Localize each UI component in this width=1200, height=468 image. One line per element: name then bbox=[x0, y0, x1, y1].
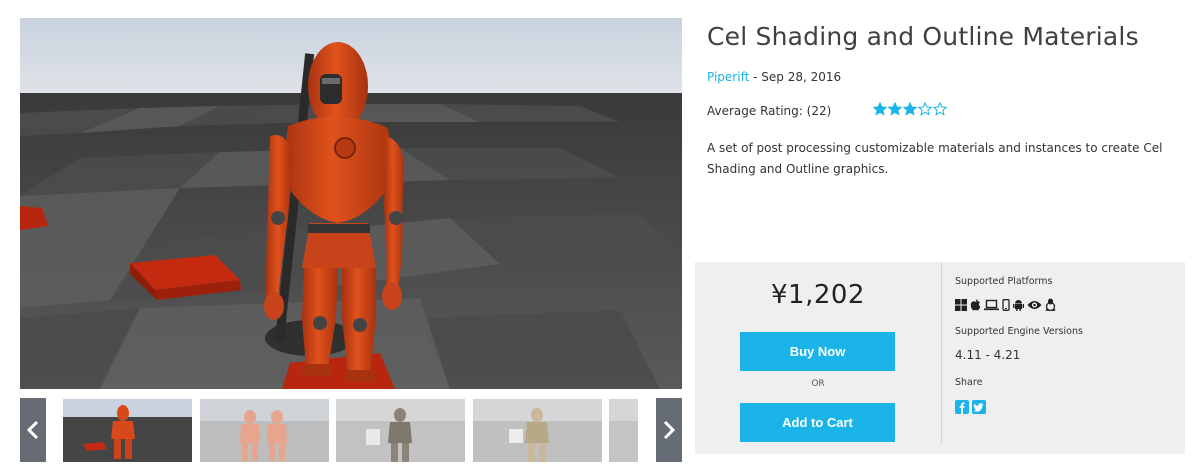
seller-link[interactable]: Piperift bbox=[707, 70, 749, 84]
supported-engine-versions-label: Supported Engine Versions bbox=[955, 326, 1083, 337]
share-label: Share bbox=[955, 377, 983, 388]
star-empty-icon bbox=[933, 102, 947, 116]
thumbnail-4[interactable] bbox=[473, 399, 602, 462]
android-icon bbox=[1013, 299, 1024, 311]
laptop-icon bbox=[984, 299, 999, 311]
facebook-icon[interactable] bbox=[955, 400, 969, 414]
apple-icon bbox=[970, 298, 981, 311]
supported-platforms-label: Supported Platforms bbox=[955, 276, 1053, 287]
star-filled-icon bbox=[888, 102, 902, 116]
panel-divider bbox=[941, 262, 942, 444]
gallery-next-button[interactable] bbox=[656, 398, 682, 462]
chevron-right-icon bbox=[663, 420, 676, 440]
thumbnail-1[interactable] bbox=[63, 399, 192, 462]
twitter-icon[interactable] bbox=[972, 400, 986, 414]
gallery-prev-button[interactable] bbox=[20, 398, 46, 462]
star-filled-icon bbox=[903, 102, 917, 116]
windows-icon bbox=[955, 298, 967, 311]
platform-icons bbox=[955, 298, 1056, 311]
product-title: Cel Shading and Outline Materials bbox=[707, 22, 1139, 51]
average-rating-label: Average Rating: (22) bbox=[707, 104, 832, 118]
star-filled-icon bbox=[873, 102, 887, 116]
buy-now-button[interactable]: Buy Now bbox=[740, 332, 895, 371]
thumbnail-3[interactable] bbox=[336, 399, 465, 462]
linux-icon bbox=[1045, 298, 1056, 311]
chevron-left-icon bbox=[26, 420, 39, 440]
add-to-cart-button[interactable]: Add to Cart bbox=[740, 403, 895, 442]
share-icons bbox=[955, 400, 986, 414]
product-price: ¥1,202 bbox=[771, 280, 865, 310]
purchase-panel: ¥1,202 Buy Now OR Add to Cart Supported … bbox=[695, 262, 1185, 454]
star-empty-icon bbox=[918, 102, 932, 116]
byline-separator: - bbox=[749, 70, 762, 84]
release-date: Sep 28, 2016 bbox=[761, 70, 842, 84]
star-rating bbox=[873, 102, 947, 116]
product-main-image[interactable] bbox=[20, 18, 682, 389]
engine-versions: 4.11 - 4.21 bbox=[955, 348, 1021, 362]
eye-icon bbox=[1027, 299, 1042, 311]
product-description: A set of post processing customizable ma… bbox=[707, 141, 1163, 176]
product-byline: Piperift - Sep 28, 2016 bbox=[707, 70, 841, 84]
thumbnail-2[interactable] bbox=[200, 399, 329, 462]
thumbnail-strip bbox=[20, 398, 682, 462]
or-separator: OR bbox=[811, 379, 825, 389]
mobile-icon bbox=[1002, 298, 1010, 311]
thumbnail-5[interactable] bbox=[609, 399, 638, 462]
